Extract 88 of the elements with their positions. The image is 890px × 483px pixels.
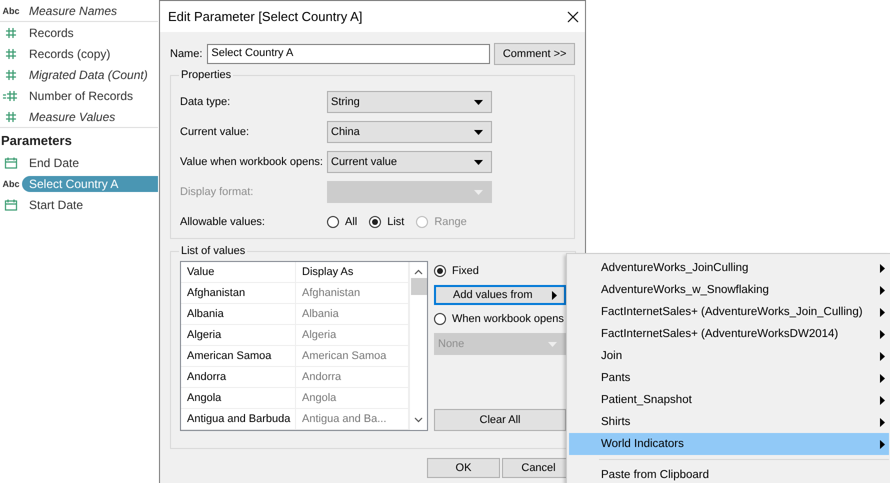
menu-item[interactable]: Pants <box>569 367 889 389</box>
submenu-arrow-icon <box>880 330 885 338</box>
parameter-item[interactable]: Start Date <box>22 196 92 212</box>
table-cell: Albania <box>181 304 296 324</box>
clear-all-button[interactable]: Clear All <box>434 409 566 431</box>
group-title: List of values <box>180 245 246 257</box>
column-header: Value <box>181 262 296 282</box>
table-cell: Albania <box>296 304 409 324</box>
table-cell: Afghanistan <box>296 282 409 304</box>
submenu-arrow-icon <box>880 286 885 294</box>
property-label: Current value: <box>180 126 250 138</box>
dropdown-arrow-icon <box>474 130 483 134</box>
close-icon[interactable] <box>567 10 579 22</box>
radio-button[interactable] <box>434 313 446 325</box>
name-field[interactable]: Select Country A <box>207 44 490 64</box>
table-cell: Andorra <box>181 366 296 388</box>
dropdown[interactable]: China <box>327 121 492 143</box>
property-label: Value when workbook opens: <box>180 156 324 168</box>
table-cell: Algeria <box>181 324 296 346</box>
table-cell: Antigua and Barbuda <box>181 408 296 430</box>
property-label: Data type: <box>180 96 232 108</box>
submenu-arrow-icon <box>880 396 885 404</box>
scrollbar-thumb[interactable] <box>410 278 427 295</box>
table-cell: Afghanistan <box>181 282 296 304</box>
radio-label: Fixed <box>452 265 479 277</box>
calendar-icon <box>4 198 18 212</box>
menu-item[interactable]: World Indicators <box>569 433 889 455</box>
table-cell: American Samoa <box>181 346 296 366</box>
string-type-icon: Abc <box>2 6 20 16</box>
parameter-item[interactable]: End Date <box>22 154 88 170</box>
table-cell: Algeria <box>296 324 409 346</box>
column-header: Display As <box>296 262 409 282</box>
add-values-button[interactable]: Add values from <box>434 285 566 305</box>
menu-item[interactable]: FactInternetSales+ (AdventureWorksDW2014) <box>569 323 889 345</box>
dialog-button[interactable]: OK <box>427 458 500 478</box>
dialog-title: Edit Parameter [Select Country A] <box>168 9 362 24</box>
hash-icon <box>4 46 18 60</box>
menu-item[interactable]: Join <box>569 345 889 367</box>
submenu-arrow-icon <box>880 374 885 382</box>
submenu-arrow-icon <box>880 352 885 360</box>
dropdown-arrow-icon <box>474 190 483 194</box>
menu-item[interactable]: AdventureWorks_w_Snowflaking <box>569 279 889 301</box>
submenu-arrow-icon <box>880 308 885 316</box>
table-cell: American Samoa <box>296 346 409 366</box>
hash-icon <box>4 110 18 124</box>
field-item[interactable]: Records <box>22 24 82 40</box>
field-item[interactable]: Migrated Data (Count) <box>22 66 156 82</box>
scroll-down-icon <box>414 417 424 423</box>
submenu-arrow-icon <box>880 418 885 426</box>
string-type-icon: Abc <box>2 178 20 188</box>
property-label: Allowable values: <box>180 216 266 228</box>
section-heading: Parameters <box>0 132 73 150</box>
field-item[interactable]: Measure Values <box>22 108 124 124</box>
hash-icon <box>4 68 18 82</box>
dropdown[interactable]: String <box>327 91 492 113</box>
dropdown-arrow-icon <box>474 160 483 164</box>
field-item[interactable]: Number of Records <box>22 88 142 104</box>
name-label: Name: <box>170 48 202 60</box>
property-label: Display format: <box>180 186 254 198</box>
radio-button[interactable] <box>369 216 382 228</box>
radio-label: All <box>345 216 358 228</box>
calculated-hash-icon <box>3 88 19 102</box>
menu-item[interactable]: Patient_Snapshot <box>569 389 889 411</box>
table-cell: Antigua and Ba... <box>296 408 409 430</box>
menu-item[interactable]: Shirts <box>569 411 889 433</box>
table-cell: Angola <box>181 388 296 408</box>
group-title: Properties <box>180 69 232 81</box>
radio-label: Range <box>434 216 467 228</box>
menu-item[interactable]: AdventureWorks_JoinCulling <box>569 257 889 279</box>
scroll-up-icon <box>414 269 424 275</box>
comment-button[interactable]: Comment >> <box>494 43 575 65</box>
radio-button[interactable] <box>434 265 446 277</box>
radio-button[interactable] <box>327 216 339 228</box>
menu-item[interactable]: FactInternetSales+ (AdventureWorks_Join_Culling) <box>569 301 889 323</box>
table-cell: Andorra <box>296 366 409 388</box>
dropdown-arrow-icon <box>474 100 483 104</box>
radio-label: When workbook opens <box>452 313 564 325</box>
submenu-arrow-icon <box>880 440 885 448</box>
table-cell: Angola <box>296 388 409 408</box>
dropdown[interactable]: Current value <box>327 151 492 173</box>
dropdown-arrow-icon <box>548 342 557 346</box>
field-item[interactable]: Measure Names <box>22 2 126 18</box>
calendar-icon <box>4 156 18 170</box>
hash-icon <box>4 26 18 40</box>
field-item[interactable]: Records (copy) <box>22 46 118 62</box>
submenu-arrow-icon <box>880 264 885 272</box>
radio-label: List <box>387 216 404 228</box>
submenu-arrow-icon <box>552 290 557 300</box>
